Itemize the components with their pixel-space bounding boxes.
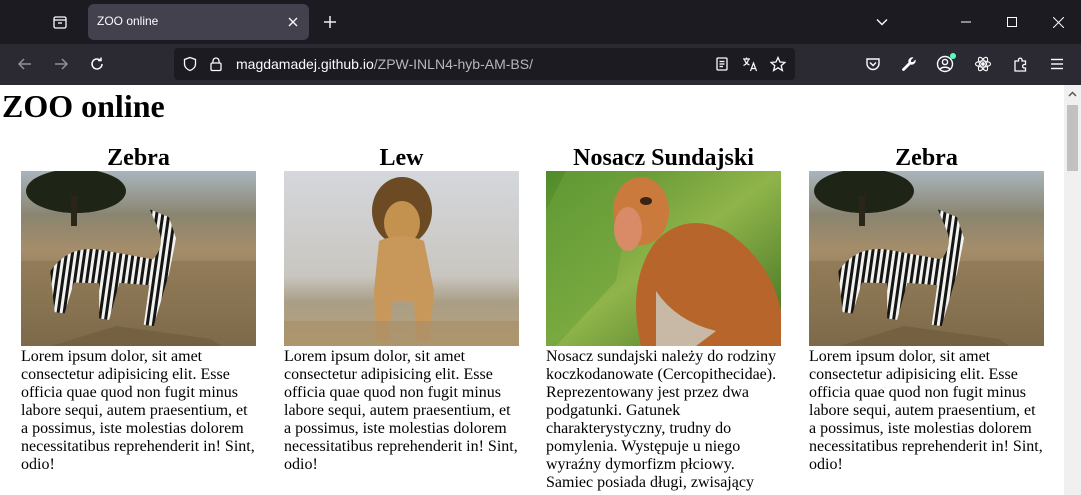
extensions-icon[interactable] — [1009, 52, 1033, 76]
url-path: /ZPW-INLN4-hyb-AM-BS/ — [373, 56, 533, 72]
minimize-icon[interactable] — [943, 0, 989, 44]
card-title: Zebra — [895, 145, 958, 171]
card-description: Lorem ipsum dolor, sit amet consectetur … — [809, 348, 1043, 473]
animal-card-proboscis-monkey: Nosacz Sundajski Nosacz sundajski należy… — [546, 145, 781, 492]
zebra-photo — [21, 171, 256, 346]
notification-dot — [950, 53, 956, 59]
card-title: Zebra — [107, 145, 170, 171]
reload-icon[interactable] — [83, 50, 111, 78]
url-bar[interactable]: magdamadej.github.io/ZPW-INLN4-hyb-AM-BS… — [174, 48, 795, 80]
vertical-scrollbar[interactable] — [1064, 85, 1081, 495]
pocket-icon[interactable] — [861, 52, 885, 76]
card-description: Nosacz sundajski należy do rodziny koczk… — [546, 348, 777, 491]
animal-card-zebra: Zebra Lorem ipsum dolor, sit amet consec… — [21, 145, 256, 474]
card-description: Lorem ipsum dolor, sit amet consectetur … — [21, 348, 255, 473]
close-window-icon[interactable] — [1035, 0, 1081, 44]
firefox-view-icon[interactable] — [44, 6, 76, 38]
forward-arrow-icon[interactable] — [47, 50, 75, 78]
maximize-icon[interactable] — [989, 0, 1035, 44]
wrench-icon[interactable] — [897, 52, 921, 76]
lock-icon[interactable] — [206, 54, 226, 74]
scrollbar-thumb[interactable] — [1067, 105, 1078, 171]
page-content: ZOO online Zebra Lorem ipsum dolor, sit … — [0, 85, 1064, 495]
lion-photo — [284, 171, 519, 346]
page-title: ZOO online — [2, 88, 165, 124]
bookmark-star-icon[interactable] — [768, 54, 788, 74]
new-tab-icon[interactable] — [318, 10, 342, 34]
url-domain: magdamadej.github.io — [236, 56, 374, 72]
navigation-toolbar: magdamadej.github.io/ZPW-INLN4-hyb-AM-BS… — [0, 44, 1081, 85]
tab-active[interactable]: ZOO online — [88, 4, 309, 40]
shield-icon[interactable] — [180, 54, 200, 74]
react-devtools-icon[interactable] — [971, 52, 995, 76]
animal-card-lion: Lew Lorem ipsum dolor, sit amet consecte… — [284, 145, 519, 474]
card-description: Lorem ipsum dolor, sit amet consectetur … — [284, 348, 518, 473]
chevron-down-icon[interactable] — [870, 10, 894, 34]
url-text: magdamadej.github.io/ZPW-INLN4-hyb-AM-BS… — [236, 56, 533, 72]
tab-strip: ZOO online — [0, 0, 1081, 44]
proboscis-monkey-photo — [546, 171, 781, 346]
menu-icon[interactable] — [1045, 52, 1069, 76]
card-title: Lew — [379, 145, 424, 171]
tab-title: ZOO online — [97, 14, 159, 28]
translate-icon[interactable] — [740, 54, 760, 74]
close-icon[interactable] — [283, 12, 303, 32]
card-title: Nosacz Sundajski — [573, 145, 754, 171]
account-icon[interactable] — [933, 52, 957, 76]
reader-mode-icon[interactable] — [712, 54, 732, 74]
scroll-up-arrow-icon[interactable] — [1064, 85, 1081, 102]
back-arrow-icon[interactable] — [11, 50, 39, 78]
animal-card-zebra-2: Zebra Lorem ipsum dolor, sit amet consec… — [809, 145, 1044, 474]
zebra-photo — [809, 171, 1044, 346]
